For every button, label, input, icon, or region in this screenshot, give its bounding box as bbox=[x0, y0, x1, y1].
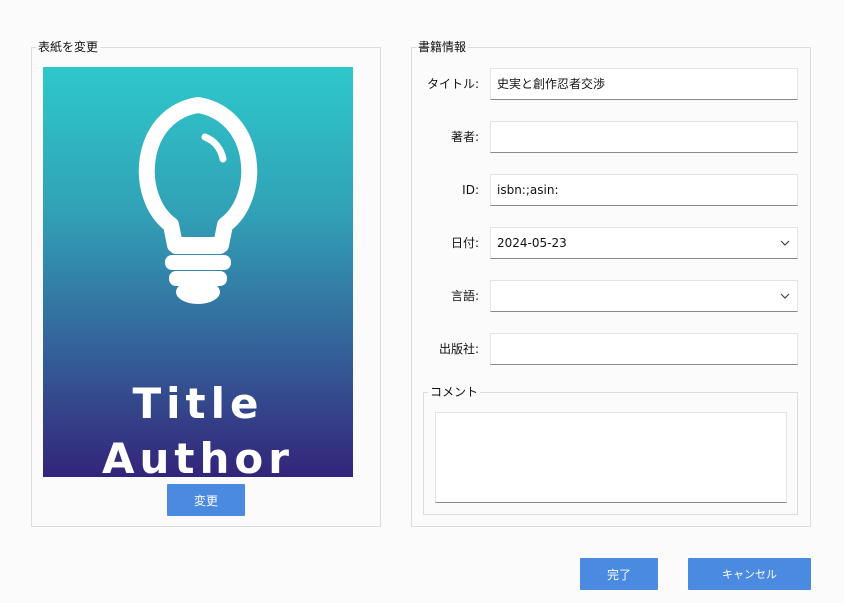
id-input[interactable]: isbn:;asin: bbox=[490, 174, 798, 206]
comment-textarea[interactable] bbox=[435, 412, 787, 503]
date-value: 2024-05-23 bbox=[497, 236, 567, 250]
date-select[interactable]: 2024-05-23 bbox=[490, 227, 798, 259]
cover-image: Title Author bbox=[43, 67, 353, 477]
cover-author-text: Author bbox=[102, 434, 294, 477]
language-select[interactable] bbox=[490, 280, 798, 312]
author-input[interactable] bbox=[490, 121, 798, 153]
chevron-down-icon[interactable] bbox=[779, 290, 791, 302]
chevron-down-icon[interactable] bbox=[779, 237, 791, 249]
id-label: ID: bbox=[462, 183, 479, 197]
title-label: タイトル: bbox=[426, 77, 479, 91]
date-label: 日付: bbox=[450, 236, 479, 250]
done-button[interactable]: 完了 bbox=[580, 558, 658, 590]
title-input[interactable]: 史実と創作忍者交渉 bbox=[490, 68, 798, 100]
publisher-label: 出版社: bbox=[438, 342, 479, 356]
cover-group-legend: 表紙を変更 bbox=[38, 40, 99, 54]
change-cover-button[interactable]: 変更 bbox=[167, 484, 245, 516]
comment-legend: コメント bbox=[430, 385, 479, 399]
author-label: 著者: bbox=[450, 130, 479, 144]
cancel-button[interactable]: キャンセル bbox=[688, 558, 811, 590]
cover-title-text: Title bbox=[132, 379, 264, 428]
language-label: 言語: bbox=[450, 289, 479, 303]
book-info-legend: 書籍情報 bbox=[418, 40, 467, 54]
publisher-input[interactable] bbox=[490, 333, 798, 365]
